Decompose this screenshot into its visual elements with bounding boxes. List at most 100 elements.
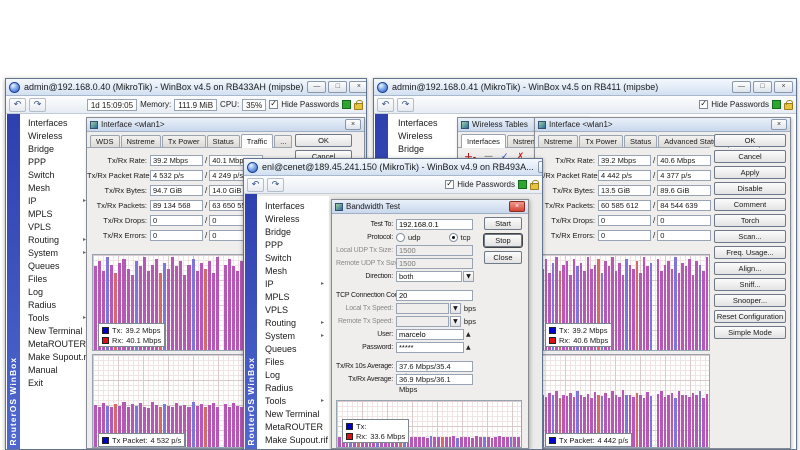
chevron-down-icon[interactable]: ▼ xyxy=(463,271,474,282)
maximize-button[interactable]: □ xyxy=(753,81,772,93)
sidebar-item[interactable]: Switch ▸ xyxy=(20,168,91,181)
hide-passwords-checkbox[interactable] xyxy=(699,100,708,109)
password-input[interactable] xyxy=(396,342,464,353)
titlebar-remote[interactable]: enl@cenet@189.45.241.150 (MikroTik) - Wi… xyxy=(244,159,542,176)
chevron-down-icon[interactable]: ▼ xyxy=(450,303,461,314)
action-button[interactable]: Torch xyxy=(714,214,786,227)
sidebar-item[interactable]: IP ▸ xyxy=(20,194,91,207)
titlebar-router-41[interactable]: admin@192.168.0.41 (MikroTik) - WinBox v… xyxy=(374,79,796,96)
direction-select[interactable]: both xyxy=(396,271,462,282)
action-button[interactable]: Sniff... xyxy=(714,278,786,291)
sidebar-item[interactable]: Queues ▸ xyxy=(20,259,91,272)
sidebar-item[interactable]: Bridge ▸ xyxy=(257,225,329,238)
sidebar-item[interactable]: Make Supout.rif ▸ xyxy=(20,350,91,363)
close-button[interactable]: × xyxy=(774,81,793,93)
sidebar-item[interactable]: Make Supout.rif ▸ xyxy=(257,433,329,446)
tab[interactable]: Tx Power xyxy=(579,135,623,147)
sidebar-item[interactable]: Log ▸ xyxy=(257,368,329,381)
action-button[interactable]: Simple Mode xyxy=(714,326,786,339)
action-button[interactable]: Disable xyxy=(714,182,786,195)
action-button[interactable]: Comment xyxy=(714,198,786,211)
dialog-button[interactable]: Close xyxy=(484,251,522,264)
sidebar-item[interactable]: MPLS ▸ xyxy=(20,207,91,220)
sidebar-item[interactable]: MetaROUTER ▸ xyxy=(257,420,329,433)
action-button[interactable]: OK xyxy=(714,134,786,147)
local-udp-size-input[interactable] xyxy=(396,245,473,256)
spinner-up-icon[interactable]: ▲ xyxy=(466,344,471,351)
tcp-connection-count-input[interactable] xyxy=(396,290,473,301)
dialog-button[interactable]: Start xyxy=(484,217,522,230)
sidebar-item[interactable]: Files ▸ xyxy=(20,272,91,285)
sidebar-item[interactable]: Files ▸ xyxy=(257,355,329,368)
sidebar-item[interactable]: New Terminal ▸ xyxy=(20,324,91,337)
tab[interactable]: Status xyxy=(624,135,657,147)
sidebar-item[interactable]: New Terminal ▸ xyxy=(257,407,329,420)
sidebar-item[interactable]: VPLS ▸ xyxy=(257,303,329,316)
maximize-button[interactable]: □ xyxy=(328,81,347,93)
remote-udp-size-input[interactable] xyxy=(396,258,473,269)
sidebar-item[interactable]: Interfaces ▸ xyxy=(390,116,454,129)
undo-icon[interactable]: ↶ xyxy=(9,98,26,112)
sidebar-item[interactable]: System ▸ xyxy=(257,329,329,342)
tab[interactable]: WDS xyxy=(90,135,120,147)
sidebar-item[interactable]: Tools ▸ xyxy=(20,311,91,324)
test-to-input[interactable] xyxy=(396,219,473,230)
redo-icon[interactable]: ↷ xyxy=(29,98,46,112)
user-input[interactable] xyxy=(396,329,464,340)
hide-passwords-checkbox[interactable] xyxy=(445,180,454,189)
sidebar-item[interactable]: Exit ▸ xyxy=(20,376,91,389)
sidebar-item[interactable]: Manual ▸ xyxy=(257,446,329,449)
sidebar-item[interactable]: Bridge ▸ xyxy=(20,142,91,155)
close-icon[interactable]: × xyxy=(345,119,361,130)
tab[interactable]: Tx Power xyxy=(162,135,206,147)
action-button[interactable]: Freq. Usage... xyxy=(714,246,786,259)
sidebar-item[interactable]: Radius ▸ xyxy=(20,298,91,311)
sidebar-item[interactable]: Bridge ▸ xyxy=(390,142,454,155)
action-button[interactable]: Align... xyxy=(714,262,786,275)
action-button[interactable]: Apply xyxy=(714,166,786,179)
sidebar-item[interactable]: Interfaces ▸ xyxy=(20,116,91,129)
protocol-tcp-radio[interactable] xyxy=(449,233,458,242)
chevron-down-icon[interactable]: ▼ xyxy=(450,316,461,327)
sidebar-item[interactable]: PPP ▸ xyxy=(257,238,329,251)
tab[interactable]: Nstreme xyxy=(538,135,578,147)
protocol-udp-radio[interactable] xyxy=(396,233,405,242)
sidebar-item[interactable]: PPP ▸ xyxy=(20,155,91,168)
close-icon[interactable]: × xyxy=(509,201,525,212)
sidebar-item[interactable]: Routing ▸ xyxy=(257,316,329,329)
minimize-button[interactable]: — xyxy=(732,81,751,93)
tab[interactable]: Nstreme xyxy=(121,135,161,147)
child-titlebar[interactable]: Interface <wlan1> × xyxy=(535,118,790,132)
minimize-button[interactable]: — xyxy=(307,81,326,93)
sidebar-item[interactable]: VPLS ▸ xyxy=(20,220,91,233)
action-button[interactable]: OK xyxy=(295,134,352,147)
close-button[interactable]: × xyxy=(349,81,366,93)
child-titlebar[interactable]: Interface <wlan1> × xyxy=(87,118,364,132)
dialog-titlebar[interactable]: Bandwidth Test × xyxy=(332,200,528,214)
tab[interactable]: Interfaces xyxy=(461,134,506,148)
close-icon[interactable]: × xyxy=(771,119,787,130)
sidebar-item[interactable]: Switch ▸ xyxy=(257,251,329,264)
sidebar-item[interactable]: Wireless ▸ xyxy=(20,129,91,142)
sidebar-item[interactable]: Mesh ▸ xyxy=(257,264,329,277)
sidebar-item[interactable]: Tools ▸ xyxy=(257,394,329,407)
sidebar-item[interactable]: Log ▸ xyxy=(20,285,91,298)
action-button[interactable]: Snooper... xyxy=(714,294,786,307)
redo-icon[interactable]: ↷ xyxy=(267,178,284,192)
sidebar-item[interactable]: Wireless ▸ xyxy=(257,212,329,225)
sidebar-item[interactable]: Manual ▸ xyxy=(20,363,91,376)
dialog-button[interactable]: Stop xyxy=(484,234,522,247)
sidebar-item[interactable]: MetaROUTER ▸ xyxy=(20,337,91,350)
sidebar-item[interactable]: IP ▸ xyxy=(257,277,329,290)
sidebar-item[interactable]: Routing ▸ xyxy=(20,233,91,246)
minimize-button[interactable]: — xyxy=(538,161,542,173)
remote-tx-speed-select[interactable] xyxy=(396,316,449,327)
sidebar-item[interactable]: Queues ▸ xyxy=(257,342,329,355)
local-tx-speed-select[interactable] xyxy=(396,303,449,314)
sidebar-item[interactable]: MPLS ▸ xyxy=(257,290,329,303)
hide-passwords-checkbox[interactable] xyxy=(269,100,278,109)
sidebar-item[interactable]: Radius ▸ xyxy=(257,381,329,394)
sidebar-item[interactable]: Mesh ▸ xyxy=(20,181,91,194)
sidebar-item[interactable]: Interfaces ▸ xyxy=(257,199,329,212)
spinner-up-icon[interactable]: ▲ xyxy=(466,331,471,338)
